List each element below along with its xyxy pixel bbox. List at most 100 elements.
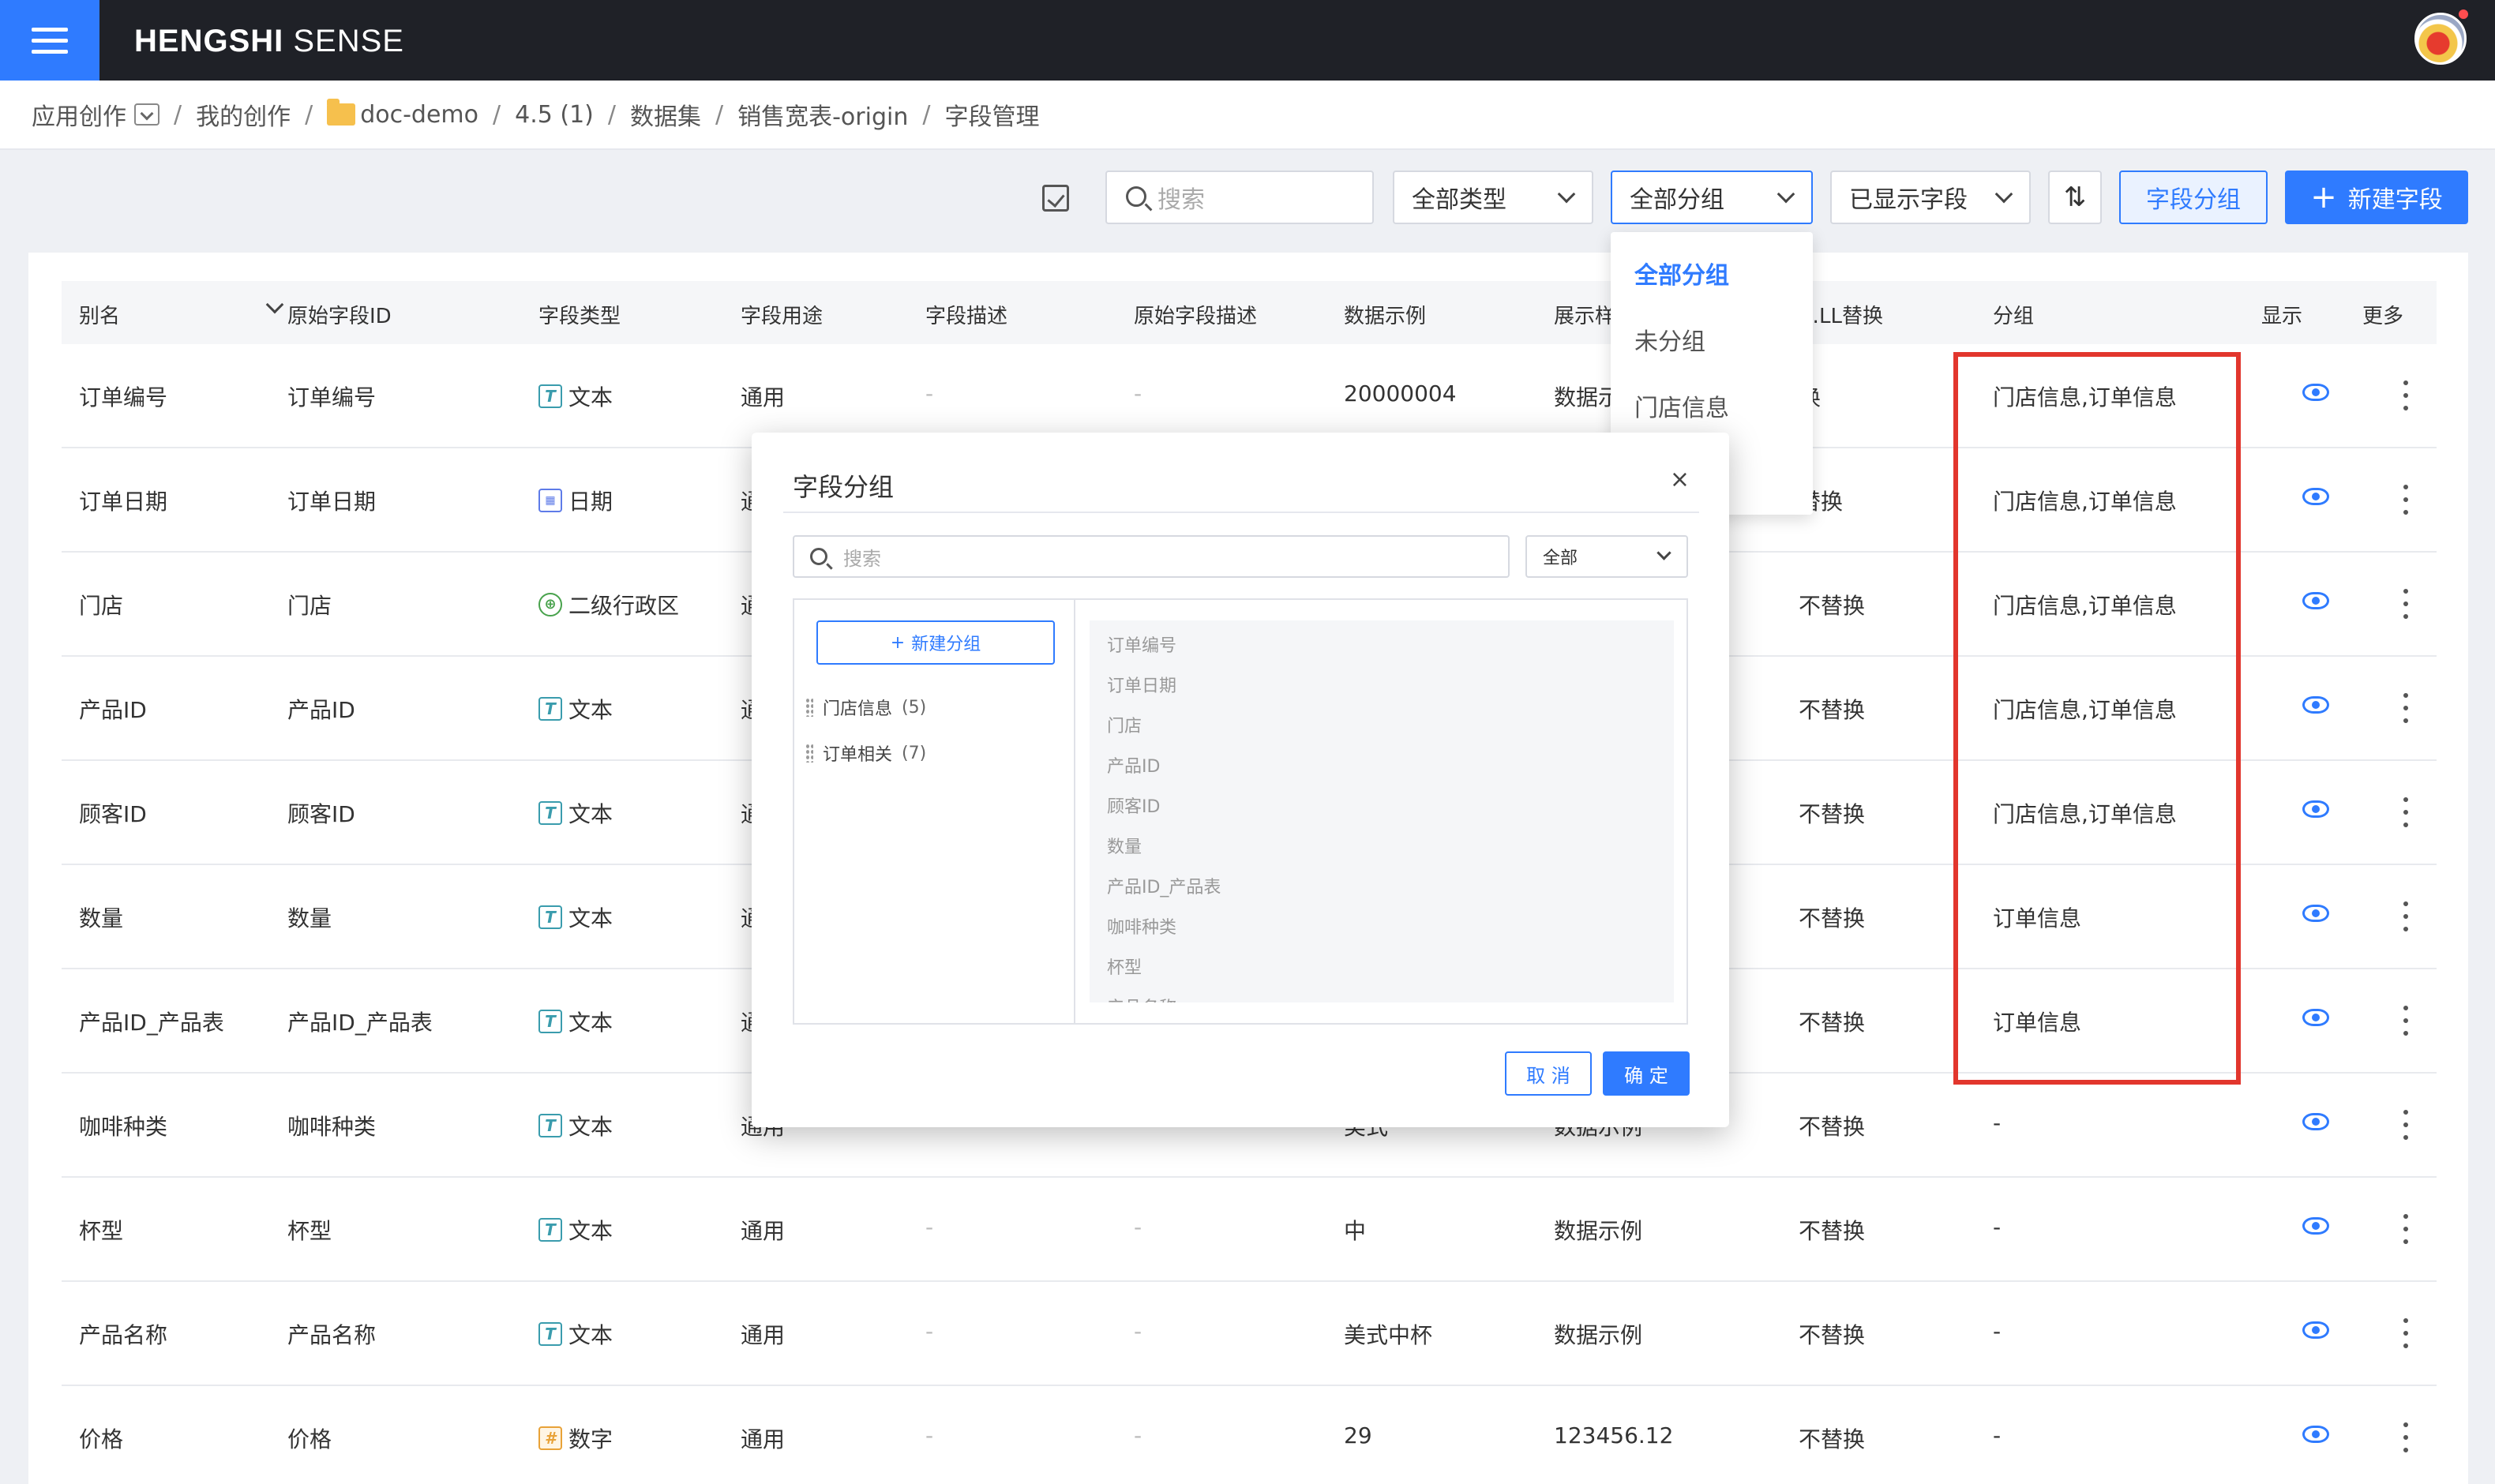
col-visible: 显示 [2261,305,2303,328]
field-list-item[interactable]: 订单日期 [1107,672,1176,697]
field-alias: 价格 [79,1426,124,1452]
field-type-label: 文本 [568,1218,613,1244]
more-icon[interactable] [2403,485,2408,515]
eye-icon[interactable] [2302,1113,2329,1130]
field-type-icon: ▦ [538,489,562,512]
more-icon[interactable] [2403,797,2408,827]
display-filter-select[interactable]: 已显示字段 [1830,171,2031,224]
drag-handle-icon[interactable] [805,744,813,763]
notification-dot [2457,8,2470,21]
field-null-replace: 不替换 [1799,697,1866,723]
field-desc: - [925,1422,934,1448]
field-desc: - [925,380,934,407]
breadcrumb-item[interactable]: doc-demo [360,101,478,129]
group-item[interactable]: 门店信息 (5) [805,695,926,720]
eye-icon[interactable] [2302,592,2329,609]
more-icon[interactable] [2403,901,2408,931]
dropdown-option-store-info[interactable]: 门店信息 [1634,388,1729,423]
field-list-item[interactable]: 咖啡种类 [1107,913,1176,939]
eye-icon[interactable] [2302,1217,2329,1235]
dialog-title: 字段分组 [793,472,895,502]
more-icon[interactable] [2403,1214,2408,1244]
dropdown-option-all[interactable]: 全部分组 [1634,256,1729,290]
hamburger-menu-icon[interactable] [0,0,99,81]
drag-handle-icon[interactable] [805,698,813,717]
eye-icon[interactable] [2302,1321,2329,1339]
eye-icon[interactable] [2302,488,2329,505]
table-row[interactable]: 价格 价格 通用 - - 29 123456.12 不替换 - # 数字 [62,1386,2437,1484]
group-item[interactable]: 订单相关 (7) [805,740,926,766]
field-type-icon: ⊕ [538,593,562,616]
field-null-replace: 不替换 [1799,1426,1866,1452]
breadcrumb-item[interactable]: 销售宽表-origin [737,97,908,132]
dialog-filter-select[interactable]: 全部 [1525,535,1688,578]
field-orig-desc: - [1134,380,1142,407]
new-group-button[interactable]: + 新建分组 [816,620,1055,665]
chevron-down-icon [1557,185,1576,204]
more-icon[interactable] [2403,1006,2408,1036]
field-type-icon: T [538,697,562,721]
more-icon[interactable] [2403,1318,2408,1348]
field-alias: 产品ID_产品表 [79,1010,224,1036]
col-orig-id: 原始字段ID [287,305,392,328]
field-orig-id: 数量 [287,905,332,931]
breadcrumb-item[interactable]: 4.5 (1) [515,101,594,129]
field-list-item[interactable]: 产品ID_产品表 [1107,873,1221,898]
cancel-button[interactable]: 取 消 [1505,1051,1592,1096]
search-input[interactable]: 搜索 [1105,171,1374,224]
table-row[interactable]: 产品名称 产品名称 通用 - - 美式中杯 数据示例 不替换 - T 文本 [62,1282,2437,1386]
field-list-item[interactable]: 门店 [1107,712,1142,737]
field-list-item[interactable]: 顾客ID [1107,793,1160,818]
breadcrumb-item[interactable]: 我的创作 [196,97,291,132]
more-icon[interactable] [2403,693,2408,723]
field-alias: 订单日期 [79,489,168,515]
new-field-button[interactable]: + 新建字段 [2285,171,2468,224]
field-list-item[interactable]: 产品名称 [1107,994,1176,1002]
eye-icon[interactable] [2302,1426,2329,1443]
field-type: ▦ 日期 [538,485,613,516]
dialog-search-input[interactable]: 搜索 [793,535,1510,578]
field-type-label: 文本 [568,1010,613,1036]
field-alias: 产品ID [79,697,147,723]
more-icon[interactable] [2403,380,2408,410]
field-example: 中 [1344,1218,1367,1244]
field-type-icon: T [538,384,562,408]
avatar[interactable] [2414,13,2467,65]
group-filter-select[interactable]: 全部分组 [1611,171,1813,224]
table-row[interactable]: 杯型 杯型 通用 - - 中 数据示例 不替换 - T 文本 [62,1178,2437,1282]
more-icon[interactable] [2403,589,2408,619]
more-icon[interactable] [2403,1110,2408,1140]
confirm-button[interactable]: 确 定 [1603,1051,1690,1096]
field-list-item[interactable]: 数量 [1107,833,1142,858]
dropdown-option-ungrouped[interactable]: 未分组 [1634,322,1705,357]
field-orig-id: 产品名称 [287,1322,377,1348]
eye-icon[interactable] [2302,800,2329,818]
field-alias: 杯型 [79,1218,124,1244]
field-group: - [1993,1318,2002,1344]
field-list-item[interactable]: 杯型 [1107,954,1142,979]
field-type-label: 二级行政区 [568,593,680,619]
breadcrumb-item[interactable]: 应用创作 [32,97,126,132]
chevron-down-icon[interactable] [134,103,159,126]
field-use: 通用 [741,1218,786,1244]
breadcrumb-item[interactable]: 数据集 [630,97,701,132]
close-icon[interactable]: × [1670,466,1690,493]
field-list-item[interactable]: 产品ID [1107,752,1160,778]
eye-icon[interactable] [2302,905,2329,922]
breadcrumb-current: 字段管理 [944,103,1040,131]
brand-logo[interactable]: HENGSHI SENSE [134,24,404,59]
field-group-button[interactable]: 字段分组 [2119,171,2268,224]
batch-select-icon[interactable] [1042,185,1069,212]
field-use: 通用 [741,1322,786,1348]
chevron-down-icon[interactable] [265,295,284,314]
type-filter-select[interactable]: 全部类型 [1393,171,1593,224]
chevron-down-icon [1656,545,1671,560]
eye-icon[interactable] [2302,696,2329,714]
eye-icon[interactable] [2302,384,2329,401]
field-type-icon: T [538,1322,562,1346]
field-list-item[interactable]: 订单编号 [1107,631,1176,657]
eye-icon[interactable] [2302,1009,2329,1026]
more-icon[interactable] [2403,1422,2408,1452]
col-alias[interactable]: 别名 [79,300,120,329]
sort-icon[interactable]: ⇅ [2048,171,2102,224]
